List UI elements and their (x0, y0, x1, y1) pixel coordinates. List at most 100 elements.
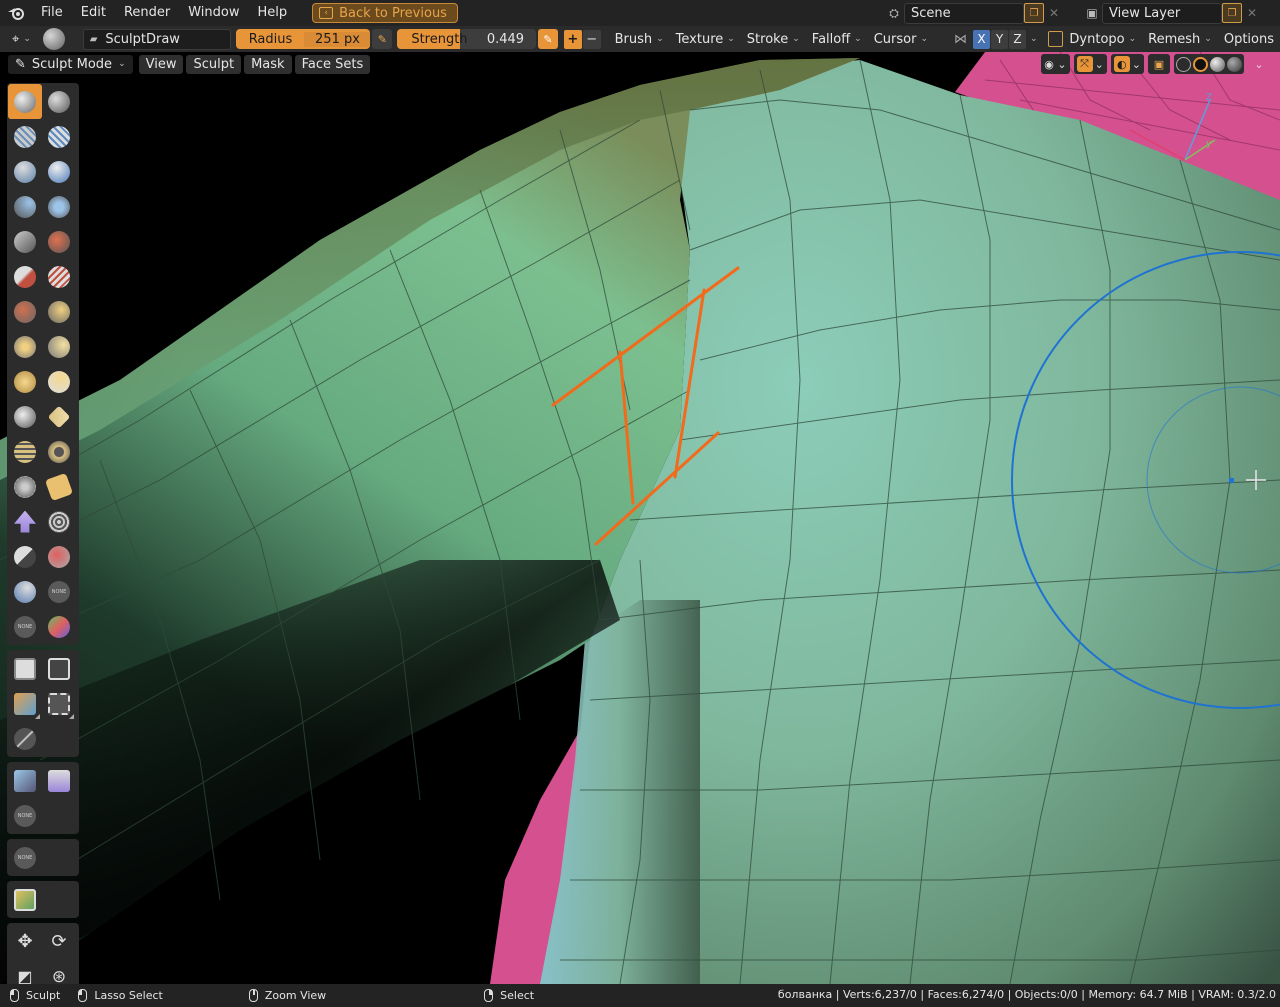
box-hide-tool[interactable] (42, 651, 76, 686)
brush-menu[interactable]: Brush ⌄ (609, 29, 670, 49)
menu-edit[interactable]: Edit (72, 0, 115, 26)
overlay-toggle[interactable]: ◐ ⌄ (1110, 54, 1144, 74)
axis-z-toggle[interactable]: Z (1009, 29, 1026, 49)
paint-tool[interactable]: NONE (8, 609, 42, 644)
wireframe-shading-icon[interactable] (1176, 56, 1191, 72)
strength-pressure-icon[interactable]: ✎ (538, 29, 558, 49)
edit-face-set-tool[interactable]: NONE (8, 840, 42, 875)
line-project-tool[interactable] (8, 721, 42, 756)
nudge-tool[interactable] (8, 434, 42, 469)
view-layer-icon[interactable]: ▣ (1082, 3, 1102, 24)
blender-logo-icon[interactable] (0, 0, 32, 26)
submenu-indicator-icon (69, 714, 74, 719)
smear-tool[interactable] (42, 609, 76, 644)
xray-toggle-icon[interactable]: ▣ (1148, 54, 1170, 74)
dyntopo-menu[interactable]: Dyntopo ⌄ (1063, 29, 1142, 49)
visibility-icon[interactable]: ◉ ⌄ (1041, 54, 1070, 74)
layer-tool[interactable] (42, 154, 76, 189)
material-shading-icon[interactable] (1210, 56, 1225, 72)
mode-selector[interactable]: ✎ Sculpt Mode ⌄ (8, 54, 133, 74)
symmetry-icon[interactable]: ⋈ (954, 32, 967, 47)
thumb-tool[interactable] (8, 399, 42, 434)
cursor-menu[interactable]: Cursor ⌄ (868, 29, 934, 49)
color-filter-tool[interactable]: NONE (8, 798, 42, 833)
box-mask-tool[interactable] (8, 651, 42, 686)
axis-y-toggle[interactable]: Y (991, 29, 1008, 49)
view-layer-copy-icon[interactable]: ❐ (1222, 3, 1242, 23)
remesh-menu[interactable]: Remesh ⌄ (1142, 29, 1218, 49)
inflate-tool[interactable] (8, 189, 42, 224)
mesh-filter-tool[interactable] (8, 763, 42, 798)
cloth-filter-tool[interactable] (42, 763, 76, 798)
pose-tool[interactable] (42, 399, 76, 434)
smooth-tool[interactable] (42, 224, 76, 259)
mask-tool[interactable] (8, 539, 42, 574)
view-layer-field[interactable]: View Layer (1102, 2, 1222, 24)
clay-tool[interactable] (8, 119, 42, 154)
editor-type-dropdown[interactable]: ⌖ ⌄ (6, 29, 37, 49)
multiplane-scrape-tool[interactable] (42, 294, 76, 329)
scene-close-icon[interactable]: ✕ (1044, 3, 1064, 23)
flatten-tool[interactable] (8, 259, 42, 294)
crease-tool[interactable] (8, 224, 42, 259)
mode-label: Sculpt Mode (31, 56, 113, 72)
clay-thumb-tool[interactable] (8, 154, 42, 189)
multires-displacement-eraser-tool[interactable] (8, 574, 42, 609)
brush-name-field[interactable]: ▰ SculptDraw (82, 28, 232, 50)
strength-slider[interactable]: Strength 0.449 (397, 29, 537, 49)
scene-copy-icon[interactable]: ❐ (1024, 3, 1044, 23)
menu-help[interactable]: Help (249, 0, 297, 26)
snake-hook-tool[interactable] (42, 364, 76, 399)
elastic-deform-tool[interactable] (8, 364, 42, 399)
face-sets-menu[interactable]: Face Sets (294, 54, 371, 74)
clay-strips-tool[interactable] (42, 119, 76, 154)
back-to-previous-button[interactable]: ‹ Back to Previous (312, 3, 458, 23)
subtract-direction-icon[interactable]: − (582, 29, 601, 49)
rotate-tool[interactable] (42, 434, 76, 469)
brush-preview-icon[interactable] (42, 28, 65, 50)
3d-viewport[interactable]: Z y (0, 52, 1280, 984)
scene-field[interactable]: Scene (904, 2, 1024, 24)
view-layer-close-icon[interactable]: ✕ (1242, 3, 1262, 23)
move-tool[interactable]: ✥ (8, 924, 42, 959)
cloth-tool[interactable] (8, 504, 42, 539)
boundary-tool[interactable] (42, 469, 76, 504)
view-menu[interactable]: View (138, 54, 184, 74)
chevron-down-icon[interactable]: ⌄ (1248, 54, 1270, 74)
solid-shading-icon[interactable] (1193, 56, 1208, 72)
dyntopo-checkbox[interactable] (1047, 31, 1064, 47)
options-menu[interactable]: Options (1218, 29, 1280, 49)
radius-field[interactable]: Radius 251 px (236, 29, 371, 49)
mask-menu[interactable]: Mask (244, 54, 292, 74)
gizmo-toggle[interactable]: ⤧ ⌄ (1073, 54, 1107, 74)
chevron-down-icon[interactable]: ⌄ (1030, 34, 1038, 44)
menu-file[interactable]: File (32, 0, 72, 26)
box-face-set-tool[interactable] (8, 686, 42, 721)
blob-tool[interactable] (42, 189, 76, 224)
pinch-tool[interactable] (8, 329, 42, 364)
grab-tool[interactable] (42, 329, 76, 364)
multires-displacement-smear-tool[interactable]: NONE (42, 574, 76, 609)
draw-face-sets-tool[interactable] (42, 539, 76, 574)
rotate-transform-tool[interactable]: ⟳ (42, 924, 76, 959)
falloff-menu[interactable]: Falloff ⌄ (806, 29, 868, 49)
rendered-shading-icon[interactable] (1227, 56, 1242, 72)
menu-render[interactable]: Render (115, 0, 179, 26)
menu-window[interactable]: Window (179, 0, 248, 26)
scrape-tool[interactable] (8, 294, 42, 329)
simplify-tool[interactable] (42, 504, 76, 539)
axis-x-toggle[interactable]: X (973, 29, 990, 49)
draw-tool[interactable] (8, 84, 42, 119)
slide-relax-tool[interactable] (8, 469, 42, 504)
box-trim-tool[interactable] (42, 686, 76, 721)
sculpt-menu[interactable]: Sculpt (186, 54, 242, 74)
scene-icon[interactable]: ⛭ (884, 3, 904, 24)
fill-tool[interactable] (42, 259, 76, 294)
stroke-menu[interactable]: Stroke ⌄ (741, 29, 806, 49)
add-direction-icon[interactable]: + (563, 29, 582, 49)
texture-menu[interactable]: Texture ⌄ (670, 29, 741, 49)
draw-sharp-tool[interactable] (42, 84, 76, 119)
mask-by-color-tool[interactable] (8, 882, 42, 917)
editor-type-icon: ⌖ (12, 31, 20, 47)
radius-pressure-icon[interactable]: ✎ (372, 29, 393, 49)
